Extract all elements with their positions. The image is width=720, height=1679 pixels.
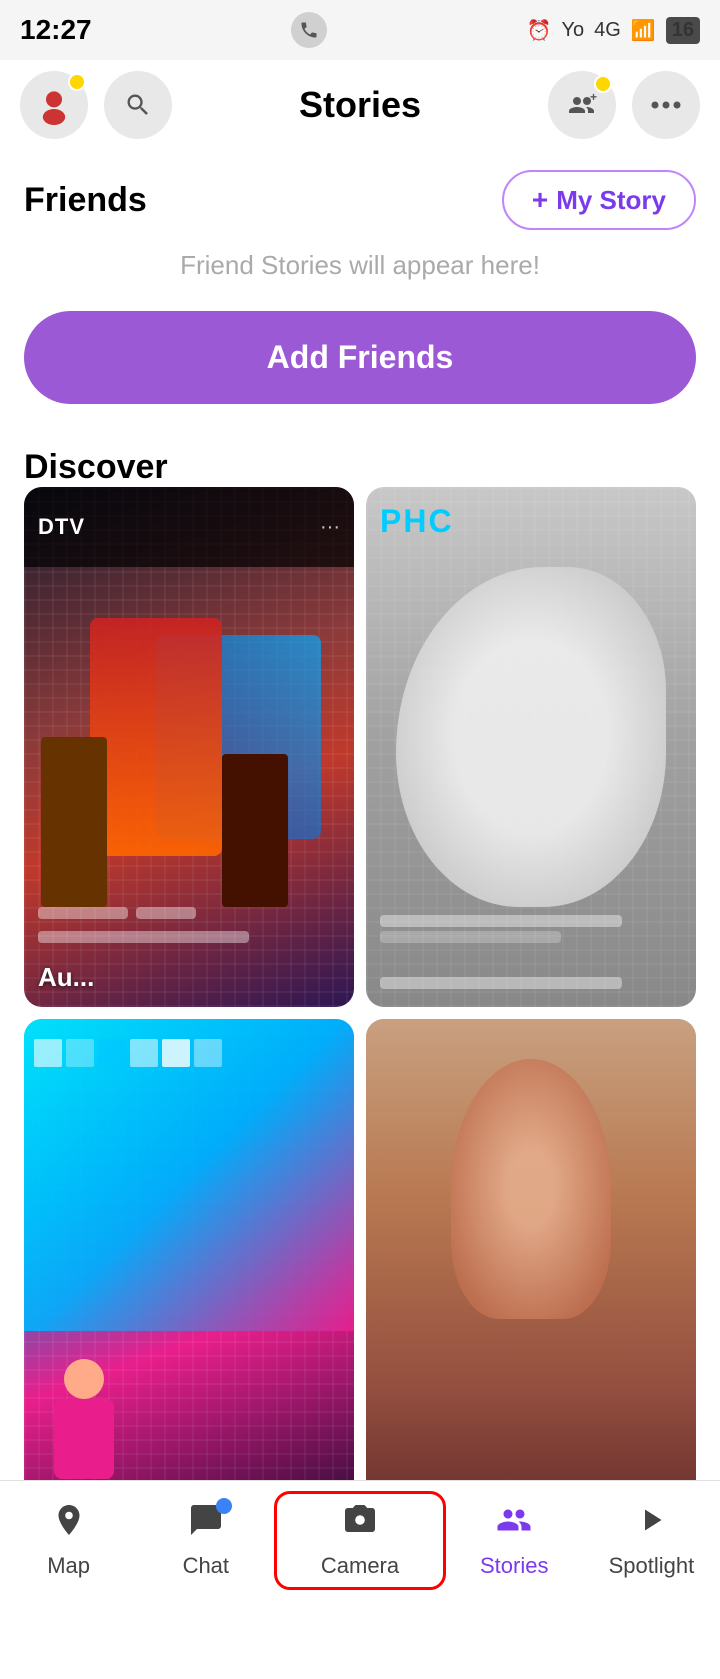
add-friend-notification-dot — [594, 75, 612, 93]
spotlight-icon — [633, 1502, 669, 1547]
phone-icon — [291, 12, 327, 48]
map-label: Map — [47, 1553, 90, 1579]
friends-header: Friends + My Story — [24, 170, 696, 230]
header-left — [20, 71, 172, 139]
status-bar: 12:27 ⏰ Yo 4G 📶 16 — [0, 0, 720, 60]
card-2-channel-label: PHC — [380, 503, 454, 539]
alarm-icon: ⏰ — [527, 18, 552, 43]
more-icon — [651, 101, 681, 109]
bottom-navigation: Map Chat Camera Stories — [0, 1480, 720, 1600]
my-story-label: My Story — [556, 185, 666, 216]
card-2-top: PHC — [380, 503, 454, 540]
card-2-bottom-blur — [380, 977, 622, 989]
chat-label: Chat — [183, 1553, 229, 1579]
friends-empty-message: Friend Stories will appear here! — [24, 250, 696, 281]
card-1-top-right: ··· — [320, 516, 340, 539]
nav-item-chat[interactable]: Chat — [137, 1492, 274, 1589]
card-1-bottom: Au... — [24, 948, 354, 1007]
discover-card-3[interactable] — [24, 1019, 354, 1539]
card-1-label: Au... — [38, 962, 94, 992]
map-icon — [51, 1502, 87, 1547]
wifi-icon: 📶 — [631, 18, 656, 43]
card-2-blur-1 — [380, 915, 622, 927]
card-2-blur-2 — [380, 931, 561, 943]
nav-item-stories[interactable]: Stories — [446, 1492, 583, 1589]
card-1-blur-1 — [38, 907, 128, 919]
status-icons: ⏰ Yo 4G 📶 16 — [527, 17, 700, 44]
add-friends-button[interactable]: Add Friends — [24, 311, 696, 404]
search-button[interactable] — [104, 71, 172, 139]
app-header: Stories + — [0, 60, 720, 150]
card-1-top-bar: DTV ··· — [24, 487, 354, 567]
card-3-person — [44, 1359, 124, 1499]
camera-icon — [342, 1502, 378, 1547]
pixel-5 — [162, 1039, 190, 1067]
friends-section: Friends + My Story Friend Stories will a… — [0, 150, 720, 424]
friends-title: Friends — [24, 181, 147, 220]
camera-label: Camera — [321, 1553, 399, 1579]
my-story-plus-icon: + — [532, 184, 548, 216]
card-1-blur-3 — [38, 931, 249, 943]
pixel-2 — [66, 1039, 94, 1067]
nav-item-camera[interactable]: Camera — [274, 1491, 445, 1590]
card-3-pixels — [34, 1039, 344, 1067]
pixel-3 — [98, 1039, 126, 1067]
add-friend-icon: + — [567, 93, 597, 117]
pixel-4 — [130, 1039, 158, 1067]
card-1-blur-2 — [136, 907, 196, 919]
discover-grid: DTV ··· Au... — [24, 487, 696, 1539]
avatar-person-icon — [34, 85, 74, 125]
discover-title: Discover — [24, 448, 168, 486]
card-2-bottom — [366, 959, 696, 1007]
signal-icon: Yo — [562, 19, 585, 42]
battery-indicator: 16 — [666, 17, 700, 44]
card-1-scene — [24, 567, 354, 907]
card-1-channel-label: DTV — [38, 514, 85, 540]
status-time: 12:27 — [20, 14, 92, 46]
card-1-person-1 — [41, 737, 107, 907]
search-icon — [124, 91, 152, 119]
pixel-6 — [194, 1039, 222, 1067]
card-1-red-element — [90, 618, 222, 856]
svg-text:+: + — [590, 93, 597, 104]
my-story-button[interactable]: + My Story — [502, 170, 696, 230]
card-2-text-blocks — [380, 911, 682, 947]
add-friend-button[interactable]: + — [548, 71, 616, 139]
more-options-button[interactable] — [632, 71, 700, 139]
card-3-head — [64, 1359, 104, 1399]
stories-label: Stories — [480, 1553, 548, 1579]
card-4-content — [451, 1059, 611, 1319]
nav-item-map[interactable]: Map — [0, 1492, 137, 1589]
chat-icon — [188, 1502, 224, 1547]
stories-icon — [496, 1502, 532, 1547]
pixel-1 — [34, 1039, 62, 1067]
card-1-text-blocks — [38, 903, 340, 947]
discover-card-2[interactable]: PHC — [366, 487, 696, 1007]
page-title: Stories — [172, 84, 548, 126]
header-right: + — [548, 71, 700, 139]
avatar-notification-dot — [68, 73, 86, 91]
discover-card-4[interactable] — [366, 1019, 696, 1539]
nav-item-spotlight[interactable]: Spotlight — [583, 1492, 720, 1589]
discover-card-1[interactable]: DTV ··· Au... — [24, 487, 354, 1007]
avatar-wrapper[interactable] — [20, 71, 88, 139]
discover-section: Discover DTV ··· — [0, 424, 720, 1539]
spotlight-label: Spotlight — [609, 1553, 695, 1579]
card-1-row-1 — [38, 903, 340, 923]
card-1-person-2 — [222, 754, 288, 907]
chat-notification-dot — [216, 1498, 232, 1514]
network-icon: 4G — [594, 19, 621, 42]
card-3-body — [54, 1399, 114, 1479]
